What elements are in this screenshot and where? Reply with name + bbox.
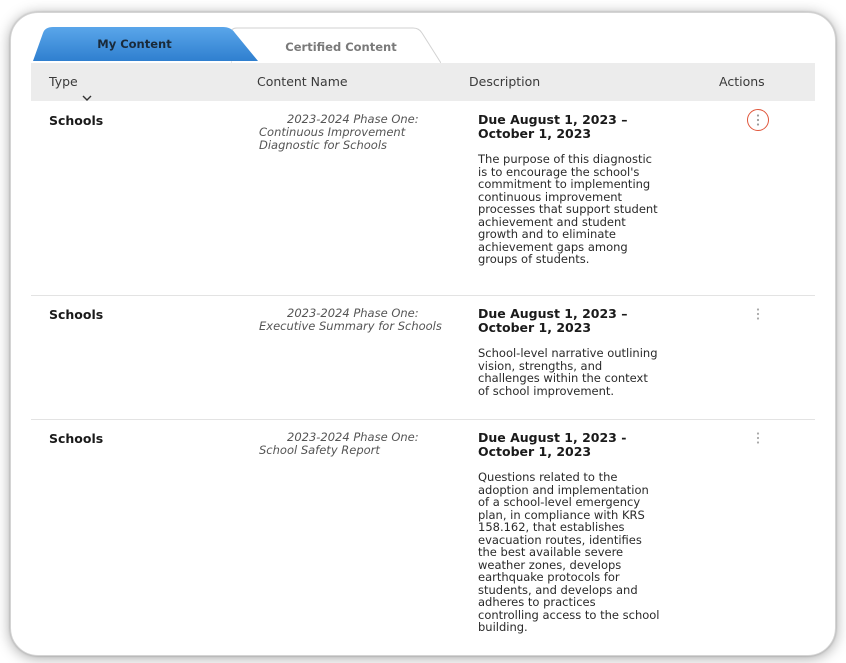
content-panel: Certified Content My Content Type Conten… (10, 12, 836, 656)
description-text: School-level narrative outlining vision,… (478, 346, 658, 398)
actions-menu-button[interactable] (747, 427, 769, 449)
table-row: Schools 2023-2024 Phase One: Continuous … (31, 101, 815, 296)
content-name-line2: School Safety Report (259, 443, 380, 457)
due-date: Due August 1, 2023 – October 1, 2023 (478, 112, 628, 141)
content-name-line2: Continuous Improvement Diagnostic for Sc… (259, 125, 406, 152)
description-text: Questions related to the adoption and im… (478, 470, 660, 634)
column-header-actions: Actions (719, 74, 765, 89)
table-row: Schools 2023-2024 Phase One: School Safe… (31, 419, 815, 655)
more-vertical-icon (756, 114, 760, 126)
due-date: Due August 1, 2023 - October 1, 2023 (478, 430, 627, 459)
row-type: Schools (49, 307, 104, 322)
column-header-description: Description (469, 74, 541, 89)
content-name-link[interactable]: 2023-2024 Phase One: Executive Summary f… (259, 307, 449, 333)
description-cell: Due August 1, 2023 – October 1, 2023 Sch… (478, 307, 668, 397)
chevron-down-icon (82, 79, 92, 101)
table-row: Schools 2023-2024 Phase One: Executive S… (31, 295, 815, 420)
content-name-link[interactable]: 2023-2024 Phase One: School Safety Repor… (259, 431, 449, 457)
description-text: The purpose of this diagnostic is to enc… (478, 152, 658, 266)
column-header-content-name: Content Name (257, 74, 348, 89)
due-date: Due August 1, 2023 – October 1, 2023 (478, 306, 628, 335)
row-type: Schools (49, 431, 104, 446)
more-vertical-icon (756, 308, 760, 320)
table-header: Type Content Name Description Actions (31, 63, 815, 101)
actions-menu-button[interactable] (747, 109, 769, 131)
column-header-type-label: Type (49, 74, 78, 89)
column-header-type[interactable]: Type (49, 63, 92, 101)
more-vertical-icon (756, 432, 760, 444)
content-name-line2: Executive Summary for Schools (259, 319, 442, 333)
actions-menu-button[interactable] (747, 303, 769, 325)
content-name-link[interactable]: 2023-2024 Phase One: Continuous Improvem… (259, 113, 449, 152)
description-cell: Due August 1, 2023 - October 1, 2023 Que… (478, 431, 668, 634)
tab-certified-content-label: Certified Content (285, 40, 397, 54)
tab-my-content[interactable]: My Content (33, 27, 258, 61)
tab-my-content-label: My Content (97, 37, 172, 51)
description-cell: Due August 1, 2023 – October 1, 2023 The… (478, 113, 668, 266)
row-type: Schools (49, 113, 104, 128)
tab-certified-content[interactable]: Certified Content (231, 27, 441, 63)
